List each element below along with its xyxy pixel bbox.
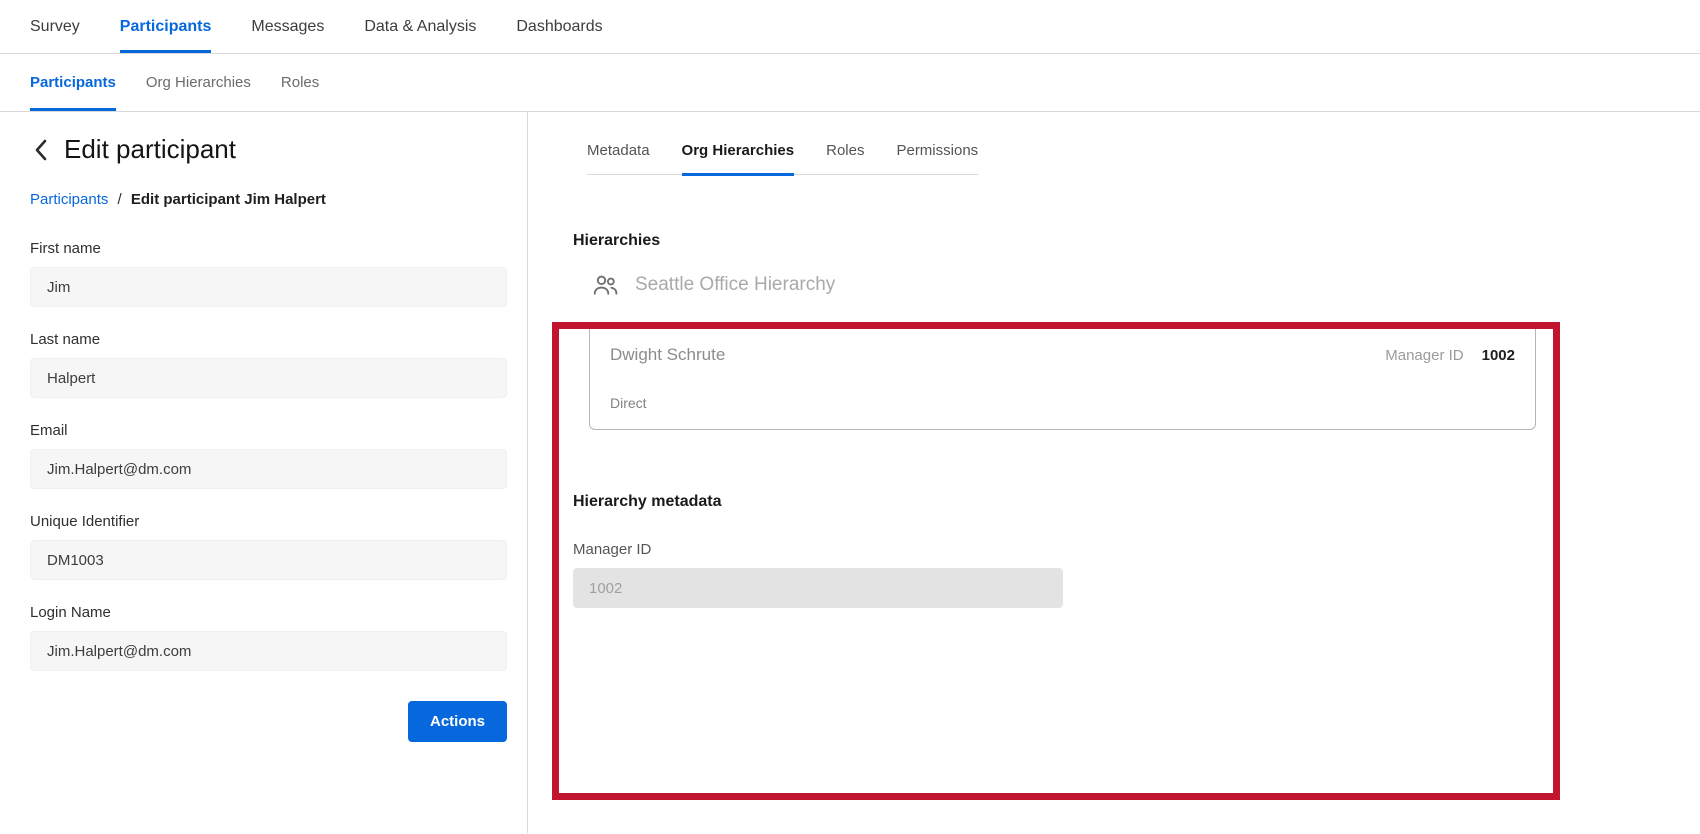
- subnav-tab-roles[interactable]: Roles: [281, 54, 319, 111]
- relationship-type: Direct: [610, 395, 647, 411]
- manager-id-label: Manager ID: [1385, 347, 1463, 364]
- last-name-field-group: Last name: [30, 331, 527, 398]
- title-row: Edit participant: [30, 134, 527, 165]
- people-group-icon: [591, 272, 619, 298]
- sub-navigation: Participants Org Hierarchies Roles: [0, 54, 1700, 112]
- main-content: Edit participant Participants / Edit par…: [0, 112, 1700, 833]
- last-name-label: Last name: [30, 331, 527, 348]
- actions-button[interactable]: Actions: [408, 701, 507, 742]
- hierarchy-relationship-card[interactable]: Dwight Schrute Manager ID 1002 Direct: [589, 322, 1536, 430]
- breadcrumb-separator: /: [118, 191, 122, 208]
- back-button[interactable]: [30, 139, 52, 161]
- hierarchy-metadata-manager-id-input: [573, 568, 1063, 608]
- first-name-field-group: First name: [30, 240, 527, 307]
- hierarchy-name: Seattle Office Hierarchy: [635, 274, 835, 296]
- manager-name: Dwight Schrute: [610, 345, 725, 365]
- first-name-input[interactable]: [30, 267, 507, 307]
- tab-roles[interactable]: Roles: [826, 142, 864, 176]
- breadcrumb-current: Edit participant Jim Halpert: [131, 191, 326, 208]
- breadcrumb: Participants / Edit participant Jim Halp…: [30, 191, 527, 208]
- participant-detail-panel: Metadata Org Hierarchies Roles Permissio…: [529, 112, 1700, 833]
- manager-id-value: 1002: [1482, 347, 1515, 364]
- email-field-group: Email: [30, 422, 527, 489]
- login-name-label: Login Name: [30, 604, 527, 621]
- hierarchies-section-title: Hierarchies: [573, 232, 660, 250]
- login-name-input[interactable]: [30, 631, 507, 671]
- nav-tab-dashboards[interactable]: Dashboards: [516, 0, 602, 53]
- breadcrumb-participants-link[interactable]: Participants: [30, 191, 108, 208]
- manager-id-group: Manager ID 1002: [1385, 347, 1515, 364]
- nav-tab-survey[interactable]: Survey: [30, 0, 80, 53]
- page-title: Edit participant: [64, 134, 236, 165]
- nav-tab-data-analysis[interactable]: Data & Analysis: [364, 0, 476, 53]
- top-navigation: Survey Participants Messages Data & Anal…: [0, 0, 1700, 54]
- tab-metadata[interactable]: Metadata: [587, 142, 650, 176]
- hierarchy-metadata-manager-id-label: Manager ID: [573, 541, 651, 558]
- email-label: Email: [30, 422, 527, 439]
- tab-permissions[interactable]: Permissions: [896, 142, 978, 176]
- last-name-input[interactable]: [30, 358, 507, 398]
- edit-participant-panel: Edit participant Participants / Edit par…: [0, 112, 528, 833]
- nav-tab-participants[interactable]: Participants: [120, 0, 212, 53]
- tab-org-hierarchies[interactable]: Org Hierarchies: [682, 142, 795, 176]
- nav-tab-messages[interactable]: Messages: [251, 0, 324, 53]
- unique-identifier-field-group: Unique Identifier: [30, 513, 527, 580]
- subnav-tab-participants[interactable]: Participants: [30, 54, 116, 111]
- subnav-tab-org-hierarchies[interactable]: Org Hierarchies: [146, 54, 251, 111]
- detail-tabs: Metadata Org Hierarchies Roles Permissio…: [587, 142, 978, 175]
- chevron-left-icon: [34, 139, 48, 161]
- login-name-field-group: Login Name: [30, 604, 527, 671]
- unique-identifier-label: Unique Identifier: [30, 513, 527, 530]
- first-name-label: First name: [30, 240, 527, 257]
- hierarchy-metadata-section-title: Hierarchy metadata: [573, 493, 722, 511]
- hierarchy-name-row: Seattle Office Hierarchy: [591, 272, 835, 298]
- unique-identifier-input[interactable]: [30, 540, 507, 580]
- email-input[interactable]: [30, 449, 507, 489]
